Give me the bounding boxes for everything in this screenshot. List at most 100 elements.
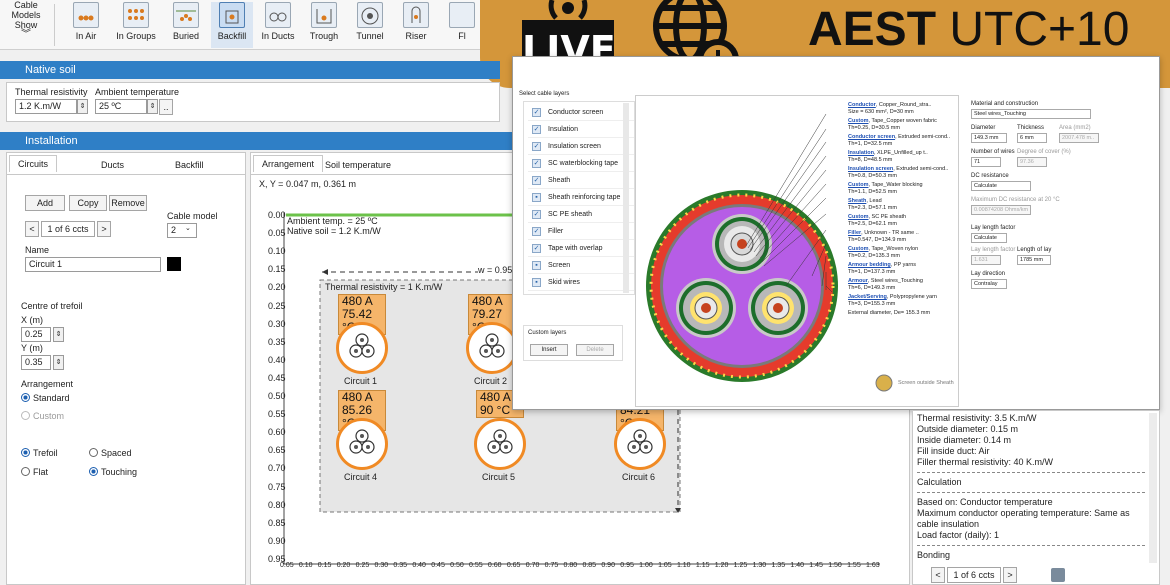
info-line: cable insulation bbox=[917, 519, 980, 529]
layer-list-item[interactable]: ✓Armour bedding_1 bbox=[528, 291, 634, 294]
layer-annotation-link[interactable]: Armour bedding bbox=[848, 262, 891, 268]
checkbox-checked-icon[interactable]: ✓ bbox=[532, 210, 541, 219]
dc-resistance-select[interactable]: Calculate bbox=[971, 181, 1031, 191]
info-prev-button[interactable]: < bbox=[931, 567, 945, 583]
layer-annotation-material: , Tape_Woven nylon bbox=[868, 246, 919, 252]
tunnel-button[interactable]: Tunnel bbox=[349, 2, 391, 48]
ambient-temperature-input[interactable]: 25 ºC bbox=[95, 99, 147, 114]
chevron-down-icon: ︾ bbox=[21, 29, 31, 40]
diameter-input[interactable]: 149.3 mm bbox=[971, 133, 1007, 143]
custom-radio[interactable]: Custom bbox=[21, 411, 64, 421]
length-of-lay-input[interactable]: 1785 mm bbox=[1017, 255, 1051, 265]
layer-annotation-link[interactable]: Conductor bbox=[848, 102, 876, 108]
checkbox-checked-icon[interactable]: ✓ bbox=[532, 142, 541, 151]
info-next-button[interactable]: > bbox=[1003, 567, 1017, 583]
checkbox-checked-icon[interactable]: ✓ bbox=[532, 125, 541, 134]
layer-annotation-link[interactable]: Sheath bbox=[848, 198, 866, 204]
lay-direction-label: Lay direction bbox=[971, 271, 1006, 277]
layer-list-item[interactable]: ✓ Filler bbox=[528, 223, 634, 240]
layer-annotation-link[interactable]: Custom bbox=[848, 118, 868, 124]
buried-button[interactable]: Buried bbox=[165, 2, 207, 48]
checkbox-partial-icon[interactable]: ▪ bbox=[532, 261, 541, 270]
standard-radio[interactable]: Standard bbox=[21, 393, 70, 403]
layer-list-item[interactable]: ▪ Skid wires bbox=[528, 274, 634, 291]
number-of-wires-label: Number of wires bbox=[971, 149, 1015, 155]
layer-list-item[interactable]: ✓ Sheath bbox=[528, 172, 634, 189]
layer-annotation-link[interactable]: Armour bbox=[848, 278, 868, 284]
copy-circuit-button[interactable]: Copy bbox=[69, 195, 107, 211]
in-groups-button[interactable]: In Groups bbox=[113, 2, 159, 48]
layer-list-item[interactable]: ✓ Insulation screen bbox=[528, 138, 634, 155]
lay-length-factor-select[interactable]: Calculate bbox=[971, 233, 1007, 243]
layer-annotation-size: Th=0.8, D=50.3 mm bbox=[848, 173, 897, 179]
checkbox-partial-icon[interactable]: ▪ bbox=[532, 278, 541, 287]
layer-list-item[interactable]: ✓ SC waterblocking tape bbox=[528, 155, 634, 172]
info-scrollbar[interactable] bbox=[1149, 413, 1157, 563]
lay-direction-select[interactable]: Contralay bbox=[971, 279, 1007, 289]
remove-circuit-button[interactable]: Remove bbox=[109, 195, 147, 211]
y-input[interactable]: 0.35 bbox=[21, 355, 51, 370]
circuit-next-button[interactable]: > bbox=[97, 221, 111, 237]
layer-annotation-link[interactable]: Custom bbox=[848, 246, 868, 252]
in-air-button[interactable]: In Air bbox=[63, 2, 109, 48]
layer-annotation-link[interactable]: Jacket/Serving bbox=[848, 294, 887, 300]
circuit-info-panel: Thermal resistivity: 3.5 K.m/W Outside di… bbox=[912, 410, 1160, 585]
layer-list-item[interactable]: ▪ Screen bbox=[528, 257, 634, 274]
flat-radio[interactable]: Flat bbox=[21, 467, 48, 477]
report-icon[interactable] bbox=[1051, 568, 1065, 582]
spaced-radio[interactable]: Spaced bbox=[89, 448, 132, 458]
cable-model-select[interactable]: 2 bbox=[167, 223, 197, 238]
number-of-wires-input[interactable]: 71 bbox=[971, 157, 1001, 167]
cable-models-show-button[interactable]: Cable Models Show ︾ bbox=[4, 0, 48, 48]
x-input[interactable]: 0.25 bbox=[21, 327, 51, 342]
riser-button[interactable]: Riser bbox=[395, 2, 437, 48]
tab-ducts[interactable]: Ducts bbox=[93, 157, 132, 173]
tab-backfill[interactable]: Backfill bbox=[167, 157, 212, 173]
layers-scrollbar[interactable] bbox=[623, 103, 629, 293]
circuit-color-swatch[interactable] bbox=[167, 257, 181, 271]
circuit-prev-button[interactable]: < bbox=[25, 221, 39, 237]
in-ducts-button[interactable]: In Ducts bbox=[257, 2, 299, 48]
circuit-name-input[interactable]: Circuit 1 bbox=[25, 257, 161, 272]
checkbox-partial-icon[interactable]: ▪ bbox=[532, 193, 541, 202]
length-of-lay-label: Length of lay bbox=[1017, 247, 1052, 253]
checkbox-checked-icon[interactable]: ✓ bbox=[532, 227, 541, 236]
layer-label: Filler bbox=[548, 228, 564, 235]
y-spinner[interactable]: ⇕ bbox=[53, 355, 64, 370]
checkbox-checked-icon[interactable]: ✓ bbox=[532, 159, 541, 168]
fl-button[interactable]: Fl bbox=[441, 2, 483, 48]
backfill-button[interactable]: Backfill bbox=[211, 2, 253, 48]
ambient-more-button[interactable]: .. bbox=[159, 99, 173, 115]
cable-layers-list[interactable]: ✓ Conductor screen ✓ Insulation ✓ Insulation … bbox=[523, 101, 635, 295]
layer-list-item[interactable]: ✓ Tape with overlap bbox=[528, 240, 634, 257]
trough-button[interactable]: Trough bbox=[303, 2, 345, 48]
thermal-resistivity-spinner[interactable]: ⇕ bbox=[77, 99, 88, 114]
touching-radio[interactable]: Touching bbox=[89, 467, 137, 477]
thickness-input[interactable]: 6 mm bbox=[1017, 133, 1047, 143]
tab-circuits[interactable]: Circuits bbox=[9, 155, 58, 172]
checkbox-checked-icon[interactable]: ✓ bbox=[532, 108, 541, 117]
layer-list-item[interactable]: ✓ Insulation bbox=[528, 121, 634, 138]
layer-list-item[interactable]: ▪ Sheath reinforcing tape bbox=[528, 189, 634, 206]
y-label: Y (m) bbox=[21, 343, 43, 353]
thermal-resistivity-input[interactable]: 1.2 K.m/W bbox=[15, 99, 77, 114]
layer-annotation-link[interactable]: Filler bbox=[848, 230, 861, 236]
layer-annotation-link[interactable]: Custom bbox=[848, 214, 868, 220]
diameter-label: Diameter bbox=[971, 125, 996, 131]
add-circuit-button[interactable]: Add bbox=[25, 195, 65, 211]
circuits-panel: Circuits Ducts Backfill Add Copy Remove … bbox=[6, 152, 246, 585]
checkbox-checked-icon[interactable]: ✓ bbox=[532, 244, 541, 253]
layer-annotation-link[interactable]: Custom bbox=[848, 182, 868, 188]
layer-list-item[interactable]: ✓ SC PE sheath bbox=[528, 206, 634, 223]
layer-annotation-link[interactable]: Insulation screen bbox=[848, 166, 893, 172]
material-select[interactable]: Steel wires_Touching bbox=[971, 109, 1091, 119]
layer-annotation-link[interactable]: Conductor screen bbox=[848, 134, 895, 140]
layer-annotation-link[interactable]: Insulation bbox=[848, 150, 874, 156]
insert-layer-button[interactable]: Insert bbox=[530, 344, 568, 356]
delete-layer-button[interactable]: Delete bbox=[576, 344, 614, 356]
checkbox-checked-icon[interactable]: ✓ bbox=[532, 176, 541, 185]
trefoil-radio[interactable]: Trefoil bbox=[21, 448, 58, 458]
ambient-temperature-spinner[interactable]: ⇕ bbox=[147, 99, 158, 114]
x-spinner[interactable]: ⇕ bbox=[53, 327, 64, 342]
layer-list-item[interactable]: ✓ Conductor screen bbox=[528, 104, 634, 121]
